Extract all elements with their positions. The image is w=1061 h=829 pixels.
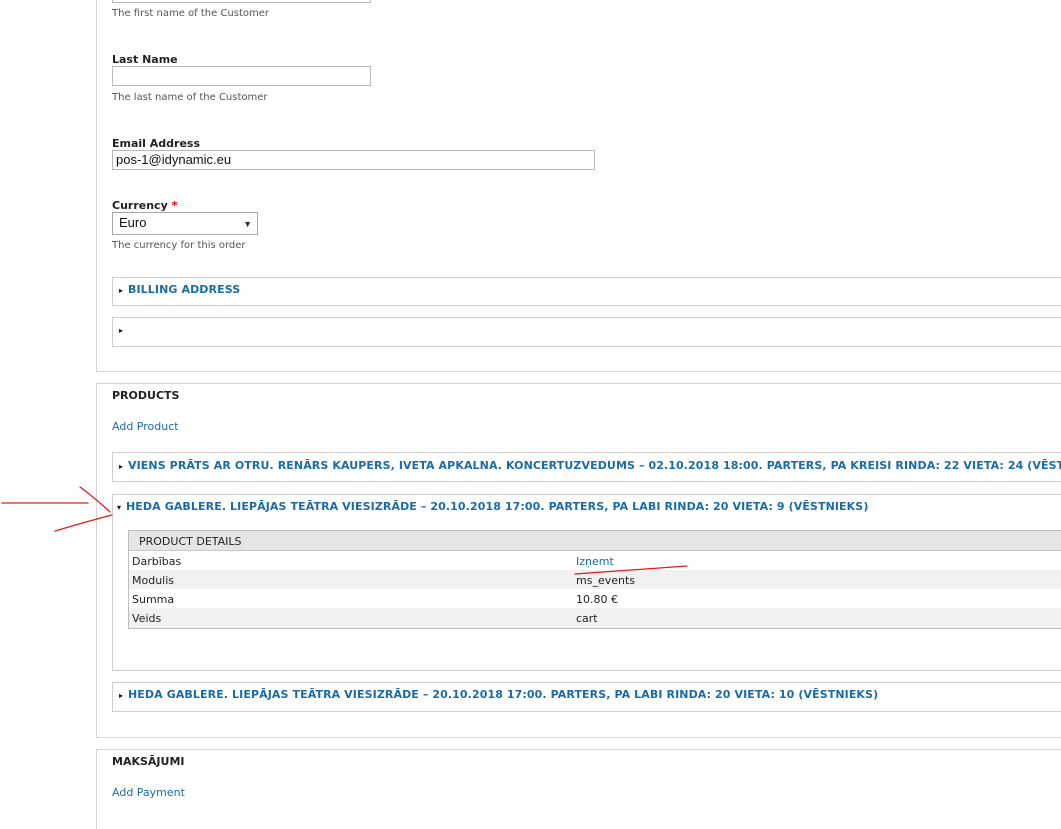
- details-row-value: cart: [576, 612, 598, 625]
- payments-title: MAKSĀJUMI: [112, 755, 185, 768]
- details-row-value: 10.80 €: [576, 593, 618, 606]
- product-details-header-text: PRODUCT DETAILS: [139, 535, 242, 548]
- add-payment-link[interactable]: Add Payment: [112, 786, 185, 799]
- triangle-right-icon: ▸: [119, 691, 124, 700]
- last-name-label: Last Name: [112, 53, 178, 66]
- currency-label-text: Currency: [112, 199, 168, 212]
- payments-fieldset: [96, 749, 1061, 829]
- email-label: Email Address: [112, 137, 201, 150]
- details-row-value: ms_events: [576, 574, 636, 587]
- triangle-right-icon: ▸: [119, 286, 124, 295]
- triangle-right-icon: ▸: [119, 326, 124, 335]
- details-row-label: Modulis: [132, 574, 175, 587]
- billing-address-toggle[interactable]: ▸ BILLING ADDRESS: [119, 283, 240, 296]
- details-row-label: Summa: [132, 593, 175, 606]
- billing-address-legend: BILLING ADDRESS: [128, 283, 241, 296]
- product-title-3: HEDA GABLERE. LIEPĀJAS TEĀTRA VIESIZRĀDE…: [128, 688, 879, 701]
- product-toggle-3[interactable]: ▸ HEDA GABLERE. LIEPĀJAS TEĀTRA VIESIZRĀD…: [119, 688, 878, 701]
- currency-label: Currency *: [112, 199, 177, 212]
- triangle-down-icon: ▾: [117, 503, 122, 512]
- last-name-input[interactable]: [112, 66, 371, 86]
- currency-description: The currency for this order: [112, 240, 246, 251]
- unnamed-fieldset: [112, 317, 1061, 347]
- details-row-label: Veids: [132, 612, 162, 625]
- currency-selected-value: Euro: [119, 215, 147, 230]
- details-row: Modulis ms_events: [129, 570, 1061, 589]
- products-title: PRODUCTS: [112, 389, 180, 402]
- product-toggle-1[interactable]: ▸ VIENS PRĀTS AR OTRU. RENĀRS KAUPERS, IV…: [119, 459, 1061, 472]
- last-name-description: The last name of the Customer: [112, 92, 268, 103]
- chevron-down-icon: ▼: [243, 219, 252, 229]
- remove-product-link[interactable]: Izņemt: [576, 555, 614, 568]
- details-row: Summa 10.80 €: [129, 589, 1061, 608]
- product-toggle-2[interactable]: ▾ HEDA GABLERE. LIEPĀJAS TEĀTRA VIESIZRĀD…: [117, 500, 868, 513]
- product-title-1: VIENS PRĀTS AR OTRU. RENĀRS KAUPERS, IVE…: [128, 459, 1061, 472]
- product-title-2: HEDA GABLERE. LIEPĀJAS TEĀTRA VIESIZRĀDE…: [126, 500, 869, 513]
- unnamed-toggle[interactable]: ▸: [119, 323, 128, 336]
- product-details-table: PRODUCT DETAILS Darbības Izņemt Modulis …: [128, 530, 1061, 629]
- product-details-header: PRODUCT DETAILS: [129, 531, 1061, 551]
- details-row-label: Darbības: [132, 555, 182, 568]
- required-mark: *: [171, 199, 178, 212]
- email-input[interactable]: pos-1@idynamic.eu: [112, 150, 595, 170]
- first-name-input[interactable]: [112, 0, 371, 3]
- triangle-right-icon: ▸: [119, 462, 124, 471]
- details-row: Veids cart: [129, 608, 1061, 628]
- billing-address-fieldset: [112, 277, 1061, 306]
- currency-select[interactable]: Euro ▼: [112, 212, 258, 235]
- add-product-link[interactable]: Add Product: [112, 420, 179, 433]
- details-row: Darbības Izņemt: [129, 551, 1061, 570]
- first-name-description: The first name of the Customer: [112, 8, 270, 19]
